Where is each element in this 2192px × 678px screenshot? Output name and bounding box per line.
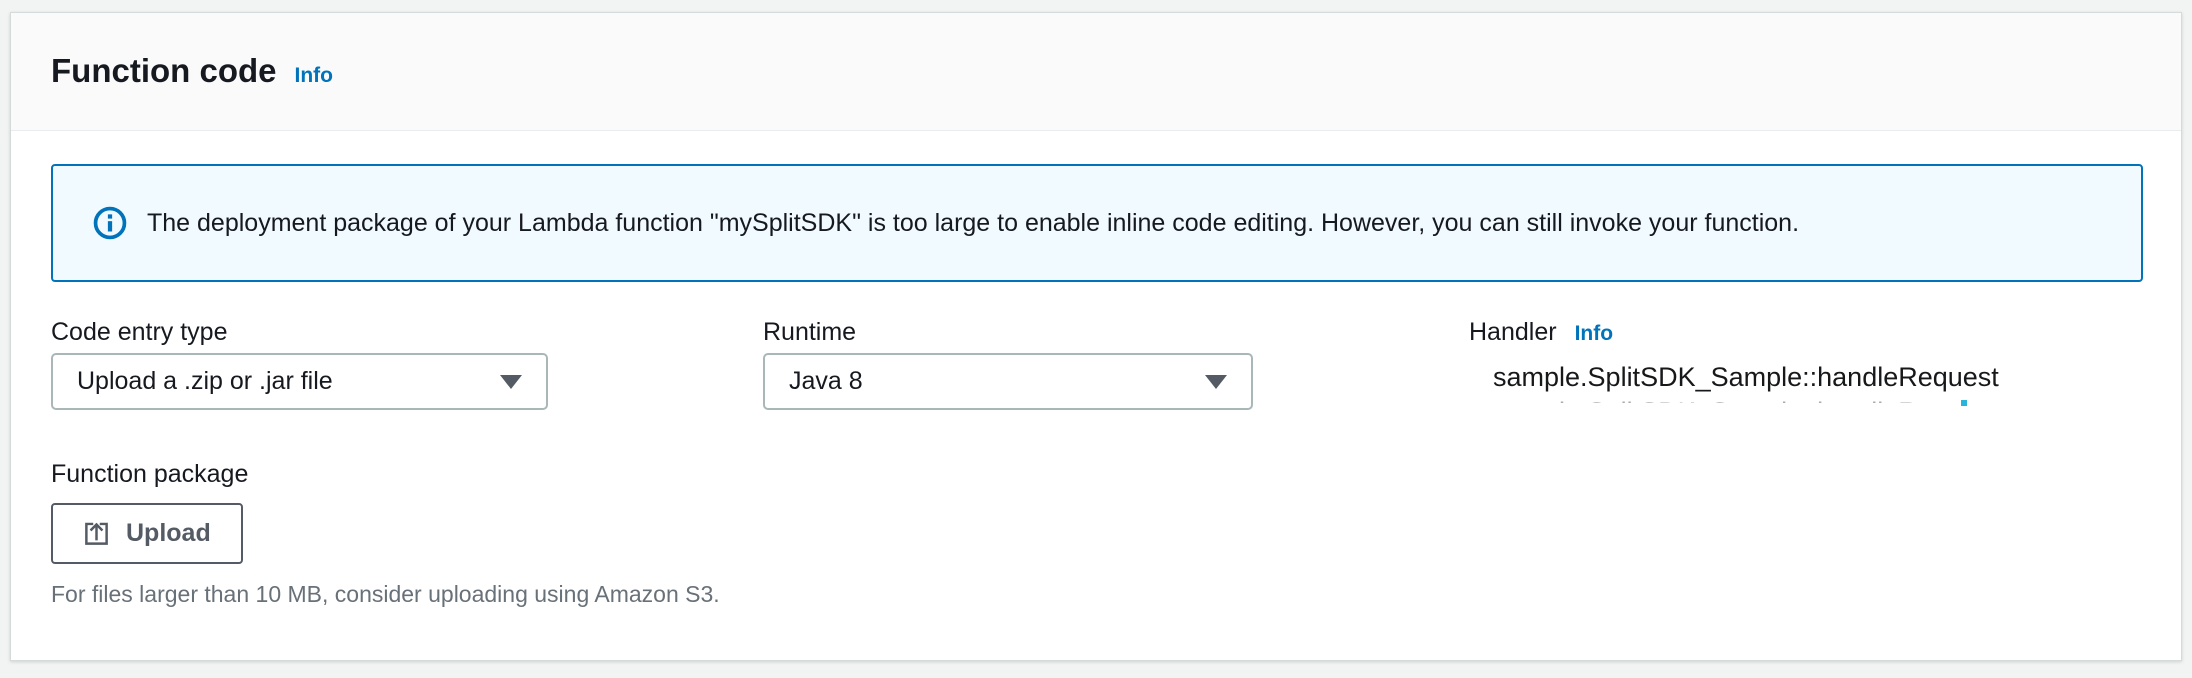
runtime-value: Java 8 [789,367,863,396]
handler-info-link[interactable]: Info [1575,322,1613,345]
upload-helper-text: For files larger than 10 MB, consider up… [51,581,720,608]
handler-ghost-artifact: sample.SplitSDK_Sample::handleRequest [1469,396,2169,403]
upload-icon [83,520,110,547]
text-cursor-artifact [1961,400,1967,406]
runtime-label: Runtime [763,317,856,347]
runtime-select[interactable]: Java 8 [763,353,1253,410]
handler-input[interactable]: sample.SplitSDK_Sample::handleRequest [1469,361,2169,393]
info-icon [93,206,127,240]
code-entry-type-label: Code entry type [51,317,228,347]
panel-title: Function code [51,52,277,89]
handler-label: Handler [1469,317,1557,347]
panel-header: Function code Info [11,13,2181,131]
code-entry-type-select[interactable]: Upload a .zip or .jar file [51,353,548,410]
panel-info-link[interactable]: Info [295,64,333,87]
upload-button-label: Upload [126,519,211,548]
field-code-entry-type: Code entry type Upload a .zip or .jar fi… [51,317,548,410]
field-runtime: Runtime Java 8 [763,317,1253,410]
code-entry-type-value: Upload a .zip or .jar file [77,367,333,396]
field-handler: Handler Info sample.SplitSDK_Sample::hand… [1469,317,2169,403]
page: Function code Info The deployment package… [0,0,2192,678]
caret-down-icon [500,375,522,389]
function-package-label: Function package [51,459,248,489]
info-alert: The deployment package of your Lambda fu… [51,164,2143,282]
caret-down-icon [1205,375,1227,389]
function-code-panel: Function code Info The deployment package… [10,12,2182,661]
handler-label-row: Handler Info [1469,317,2169,347]
upload-button[interactable]: Upload [51,503,243,564]
alert-message: The deployment package of your Lambda fu… [147,206,1799,240]
